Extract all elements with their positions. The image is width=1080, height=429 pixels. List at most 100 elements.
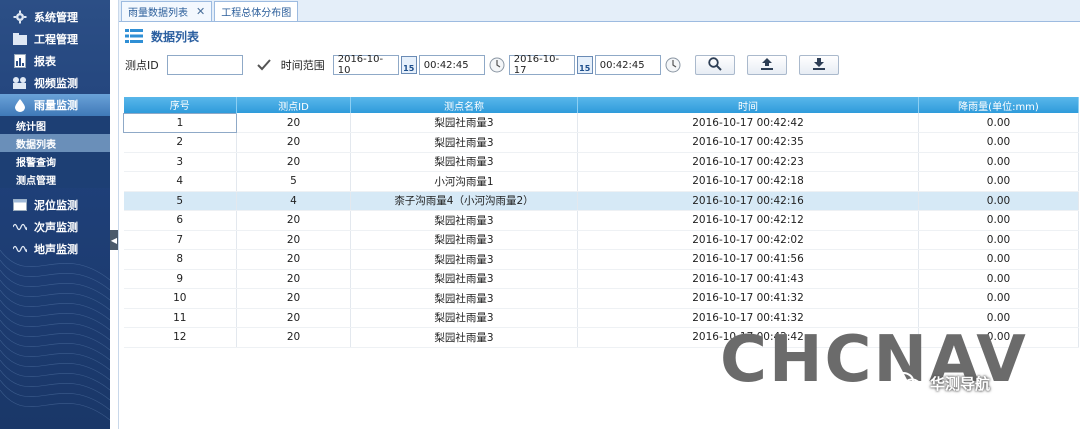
sidebar-item-label: 雨量监测 [34, 99, 78, 112]
cell-seq: 6 [123, 210, 237, 231]
table-row[interactable]: 4 5 小河沟雨量1 2016-10-17 00:42:18 0.00 [123, 171, 1079, 192]
cell-seq: 9 [123, 269, 237, 289]
cell-point-name: 梨园社雨量3 [350, 152, 578, 172]
sidebar-item-label: 次声监测 [34, 221, 78, 234]
cell-point-id: 20 [236, 269, 351, 289]
cell-rainfall: 0.00 [918, 288, 1079, 309]
sidebar-subitem-label: 报警查询 [16, 157, 56, 169]
close-icon[interactable]: ✕ [196, 5, 205, 18]
checkmark-icon[interactable] [257, 58, 271, 72]
folder-icon [12, 32, 28, 46]
calendar-icon[interactable]: 15 [576, 56, 593, 74]
cell-rainfall: 0.00 [918, 152, 1079, 172]
cell-point-id: 20 [236, 230, 351, 250]
end-date-input[interactable]: 2016-10-17 [508, 54, 575, 76]
cell-seq: 11 [123, 308, 237, 328]
table-row[interactable]: 7 20 梨园社雨量3 2016-10-17 00:42:02 0.00 [123, 230, 1079, 250]
cell-time: 2016-10-17 00:42:16 [577, 191, 919, 211]
page-header: 数据列表 [119, 22, 1080, 50]
sidebar-item-ground-sound[interactable]: 地声监测 [0, 238, 110, 260]
cell-seq: 5 [123, 191, 237, 211]
cell-seq: 3 [123, 152, 237, 172]
sidebar-subitem-label: 数据列表 [16, 139, 56, 151]
cell-rainfall: 0.00 [918, 132, 1079, 153]
cell-rainfall: 0.00 [918, 171, 1079, 192]
column-header[interactable]: 序号 [123, 97, 237, 113]
sidebar-item-label: 系统管理 [34, 11, 78, 24]
table-row[interactable]: 10 20 梨园社雨量3 2016-10-17 00:41:32 0.00 [123, 288, 1079, 309]
sidebar-item-system[interactable]: 系统管理 [0, 6, 110, 28]
start-date-input[interactable]: 2016-10-10 [332, 54, 399, 76]
cell-point-name: 柰子沟雨量4（小河沟雨量2） [350, 191, 578, 211]
end-time-input[interactable]: 00:42:45 [594, 55, 661, 75]
calendar-icon[interactable]: 15 [400, 56, 417, 74]
cell-time: 2016-10-17 00:41:56 [577, 249, 919, 270]
filter-toolbar: 测点ID 时间范围 2016-10-10 15 00:42:45 2016-10… [119, 50, 1080, 80]
sidebar-subitem-chart[interactable]: 统计图 [0, 116, 110, 134]
sidebar-subitem-label: 统计图 [16, 121, 46, 133]
sidebar-item-video[interactable]: 视频监测 [0, 72, 110, 94]
point-id-input[interactable] [166, 55, 243, 75]
cell-point-id: 20 [236, 327, 351, 348]
table-row[interactable]: 2 20 梨园社雨量3 2016-10-17 00:42:35 0.00 [123, 132, 1079, 153]
gear-icon [12, 10, 28, 24]
cell-rainfall: 0.00 [918, 230, 1079, 250]
table-row[interactable]: 6 20 梨园社雨量3 2016-10-17 00:42:12 0.00 [123, 210, 1079, 231]
cell-point-name: 梨园社雨量3 [350, 288, 578, 309]
cell-time: 2016-10-17 00:42:42 [577, 113, 919, 133]
download-button[interactable] [798, 55, 839, 75]
cell-seq: 8 [123, 249, 237, 270]
sidebar-nav: 系统管理 工程管理 报表 视频监测 雨量监测 统计图 数据列表 报警查询 测点管… [0, 6, 110, 260]
sidebar-item-rainfall[interactable]: 雨量监测 [0, 94, 110, 116]
data-table: 序号 测点ID 测点名称 时间 降雨量(单位:mm) 1 20 梨园社雨量3 2… [123, 97, 1079, 348]
sidebar-item-project[interactable]: 工程管理 [0, 28, 110, 50]
table-row-selected[interactable]: 5 4 柰子沟雨量4（小河沟雨量2） 2016-10-17 00:42:16 0… [123, 191, 1079, 211]
cell-rainfall: 0.00 [918, 210, 1079, 231]
clock-icon[interactable] [665, 57, 681, 73]
cell-time: 2016-10-17 00:42:18 [577, 171, 919, 192]
cell-point-name: 小河沟雨量1 [350, 171, 578, 192]
search-button[interactable] [694, 55, 735, 75]
cell-point-name: 梨园社雨量3 [350, 132, 578, 153]
wechat-icon [892, 372, 922, 394]
upload-button[interactable] [746, 55, 787, 75]
column-header[interactable]: 时间 [577, 97, 919, 113]
column-header[interactable]: 测点名称 [350, 97, 578, 113]
sidebar: 系统管理 工程管理 报表 视频监测 雨量监测 统计图 数据列表 报警查询 测点管… [0, 0, 110, 429]
upload-icon [760, 57, 774, 74]
table-row[interactable]: 9 20 梨园社雨量3 2016-10-17 00:41:43 0.00 [123, 269, 1079, 289]
gauge-icon [12, 198, 28, 212]
sidebar-item-label: 工程管理 [34, 33, 78, 46]
start-time-input[interactable]: 00:42:45 [418, 55, 485, 75]
cell-rainfall: 0.00 [918, 113, 1079, 133]
sidebar-subitem-data-list[interactable]: 数据列表 [0, 134, 110, 152]
sidebar-item-mud-level[interactable]: 泥位监测 [0, 194, 110, 216]
cell-point-id: 20 [236, 210, 351, 231]
sidebar-collapse-handle[interactable]: ◀ [110, 230, 118, 250]
cell-rainfall: 0.00 [918, 249, 1079, 270]
cell-seq: 4 [123, 171, 237, 192]
cell-time: 2016-10-17 00:42:23 [577, 152, 919, 172]
cell-point-name: 梨园社雨量3 [350, 269, 578, 289]
table-row[interactable]: 3 20 梨园社雨量3 2016-10-17 00:42:23 0.00 [123, 152, 1079, 172]
table-header-row: 序号 测点ID 测点名称 时间 降雨量(单位:mm) [123, 97, 1079, 113]
tab-rainfall-data-list[interactable]: 雨量数据列表 ✕ [121, 1, 213, 21]
tab-label: 雨量数据列表 [128, 8, 188, 19]
raindrop-icon [12, 98, 28, 112]
column-header[interactable]: 降雨量(单位:mm) [918, 97, 1079, 113]
table-row[interactable]: 1 20 梨园社雨量3 2016-10-17 00:42:42 0.00 [123, 112, 1079, 133]
sidebar-subitem-point-management[interactable]: 测点管理 [0, 170, 110, 188]
table-row[interactable]: 8 20 梨园社雨量3 2016-10-17 00:41:56 0.00 [123, 249, 1079, 270]
cell-point-name: 梨园社雨量3 [350, 327, 578, 348]
sidebar-item-infrasound[interactable]: 次声监测 [0, 216, 110, 238]
clock-icon[interactable] [489, 57, 505, 73]
tab-project-distribution[interactable]: 工程总体分布图 [214, 1, 299, 21]
watermark-account: 华测导航 [892, 372, 990, 394]
column-header[interactable]: 测点ID [236, 97, 351, 113]
cell-seq: 7 [123, 230, 237, 250]
wave-icon [12, 220, 28, 234]
cell-point-id: 20 [236, 308, 351, 328]
sidebar-subitem-alarm-query[interactable]: 报警查询 [0, 152, 110, 170]
watermark-account-text: 华测导航 [930, 374, 991, 393]
sidebar-item-report[interactable]: 报表 [0, 50, 110, 72]
